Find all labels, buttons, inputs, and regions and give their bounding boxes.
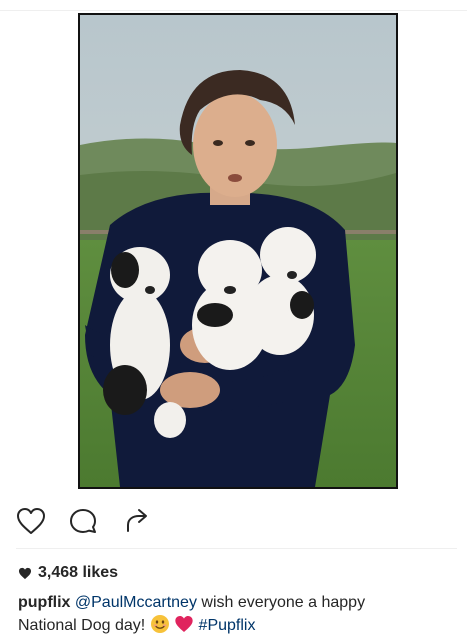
caption-text-part1: wish everyone a happy xyxy=(201,594,366,611)
caption-username[interactable]: pupflix xyxy=(18,594,70,611)
top-divider xyxy=(0,10,467,11)
post-photo-illustration xyxy=(80,15,396,487)
post-action-bar xyxy=(0,500,467,540)
caption-text-part2: National Dog day! xyxy=(18,617,146,634)
heart-filled-icon xyxy=(18,567,32,580)
share-arrow-icon[interactable] xyxy=(120,506,154,536)
smiling-face-emoji-icon xyxy=(150,614,170,634)
red-heart-emoji-icon xyxy=(174,614,194,634)
post-photo[interactable] xyxy=(78,13,398,489)
caption-mention[interactable]: @PaulMccartney xyxy=(75,594,197,611)
likes-count[interactable]: 3,468 likes xyxy=(18,562,118,584)
comment-bubble-icon[interactable] xyxy=(66,506,100,536)
caption-hashtag[interactable]: #Pupflix xyxy=(199,617,256,634)
likes-text: 3,468 likes xyxy=(38,564,119,581)
post-caption: pupflix @PaulMccartney wish everyone a h… xyxy=(18,592,458,637)
heart-outline-icon[interactable] xyxy=(14,506,48,536)
section-divider xyxy=(16,548,457,549)
